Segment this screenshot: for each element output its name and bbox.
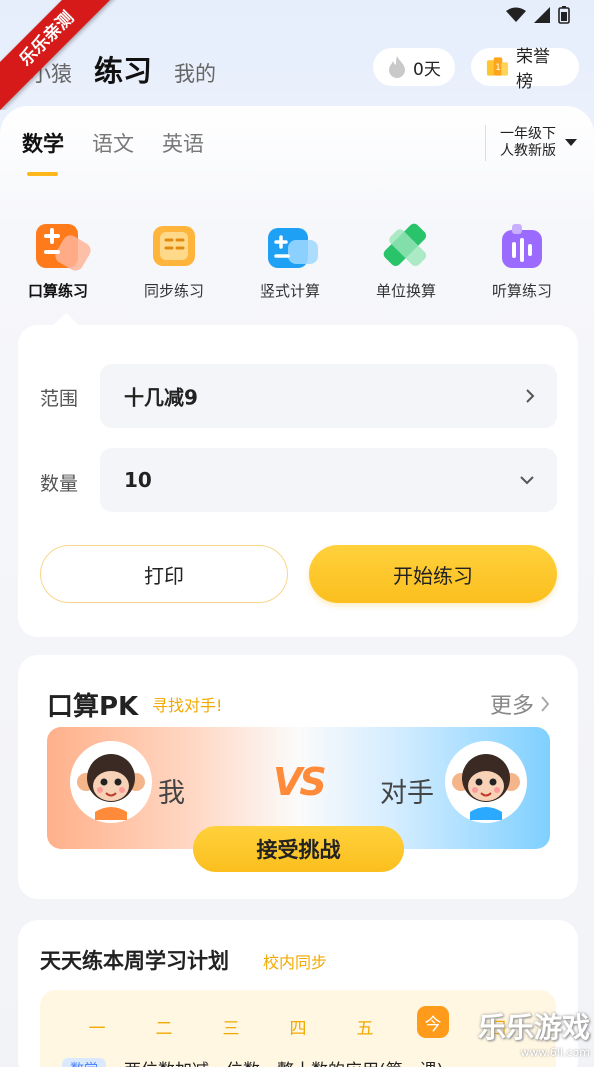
count-dropdown[interactable]: 10: [100, 448, 557, 512]
tab-math[interactable]: 数学: [22, 128, 64, 158]
pk-title: 口算PK: [47, 692, 139, 722]
day-tue[interactable]: 二: [149, 1014, 179, 1039]
book-icon: [150, 222, 198, 270]
chevron-down-icon: [520, 476, 534, 485]
type-label: 听算练习: [491, 282, 552, 300]
chevron-right-icon: [541, 696, 550, 712]
ribbon-text: 乐乐亲测: [0, 0, 120, 110]
nav-mine[interactable]: 我的: [174, 58, 216, 88]
count-value: 10: [124, 468, 152, 492]
caret-down-icon: [565, 139, 577, 146]
type-label: 同步练习: [143, 282, 204, 300]
status-bar: [506, 6, 570, 24]
honor-label: 荣誉榜: [515, 47, 550, 92]
tab-indicator: [27, 172, 58, 176]
type-sync-practice[interactable]: 同步练习: [116, 222, 232, 301]
textbook-edition: 人教新版: [500, 143, 556, 159]
type-label: 单位换算: [375, 282, 436, 300]
corner-ribbon: 乐乐亲测: [0, 0, 120, 110]
signal-icon: [534, 7, 550, 23]
vs-label: VS: [273, 760, 327, 804]
battery-icon: [558, 6, 570, 24]
type-label: 口算练习: [27, 282, 88, 300]
ruler-icon: [382, 222, 430, 270]
opponent-avatar: [445, 741, 527, 823]
day-mon[interactable]: 一: [82, 1014, 112, 1039]
flame-icon: [389, 56, 405, 78]
more-label: 更多: [489, 694, 534, 719]
vertical-calc-icon: [266, 222, 318, 270]
pk-subtitle: 寻找对手!: [152, 696, 223, 715]
wifi-icon: [506, 7, 526, 22]
me-label: 我: [158, 778, 185, 809]
type-label: 竖式计算: [259, 282, 320, 300]
type-unit-conversion[interactable]: 单位换算: [348, 222, 464, 301]
day-today[interactable]: 今: [417, 1006, 449, 1038]
plan-title: 天天练本周学习计划: [40, 949, 229, 973]
site-watermark: 乐乐游戏 www.6ll.com: [478, 1006, 590, 1059]
my-avatar: [70, 741, 152, 823]
day-fri[interactable]: 五: [350, 1014, 380, 1039]
svg-text:1: 1: [495, 63, 501, 73]
type-oral-calc[interactable]: 口算练习: [0, 222, 116, 301]
subject-tag: 数学: [62, 1058, 106, 1067]
chevron-right-icon: [526, 389, 535, 403]
plan-subtitle: 校内同步: [263, 953, 328, 972]
oral-calc-icon: [34, 222, 91, 271]
grade-selector[interactable]: 一年级下 人教新版: [485, 125, 578, 161]
streak-count: 0天: [413, 59, 441, 80]
watermark-name: 乐乐游戏: [477, 1011, 590, 1044]
pk-more-link[interactable]: 更多: [490, 688, 550, 720]
audio-icon: [498, 222, 546, 270]
plan-item[interactable]: 两位数加减一位数、整十数的应用(第一课): [124, 1056, 443, 1067]
count-label: 数量: [40, 473, 79, 495]
streak-pill[interactable]: 0天: [373, 48, 455, 86]
honor-board-button[interactable]: 1 荣誉榜: [471, 47, 579, 92]
subject-tabs: 数学 语文 英语: [22, 128, 204, 158]
range-selector[interactable]: 十几减9: [100, 364, 557, 428]
day-wed[interactable]: 三: [216, 1014, 246, 1039]
range-label: 范围: [40, 388, 79, 410]
grade-level: 一年级下: [500, 126, 556, 142]
trophy-icon: 1: [486, 57, 509, 76]
opponent-label: 对手: [380, 778, 434, 809]
practice-type-row: 口算练习 同步练习 竖式计算 单位换算 听算练习: [0, 222, 594, 301]
start-practice-button[interactable]: 开始练习: [309, 545, 557, 603]
tab-english[interactable]: 英语: [162, 128, 204, 158]
type-vertical-calc[interactable]: 竖式计算: [232, 222, 348, 301]
tab-chinese[interactable]: 语文: [92, 128, 134, 158]
day-thu[interactable]: 四: [283, 1014, 313, 1039]
print-button[interactable]: 打印: [40, 545, 288, 603]
accept-challenge-button[interactable]: 接受挑战: [193, 826, 404, 872]
range-value: 十几减9: [124, 385, 198, 410]
type-listening-calc[interactable]: 听算练习: [464, 222, 580, 301]
watermark-url: www.6ll.com: [520, 1046, 590, 1059]
